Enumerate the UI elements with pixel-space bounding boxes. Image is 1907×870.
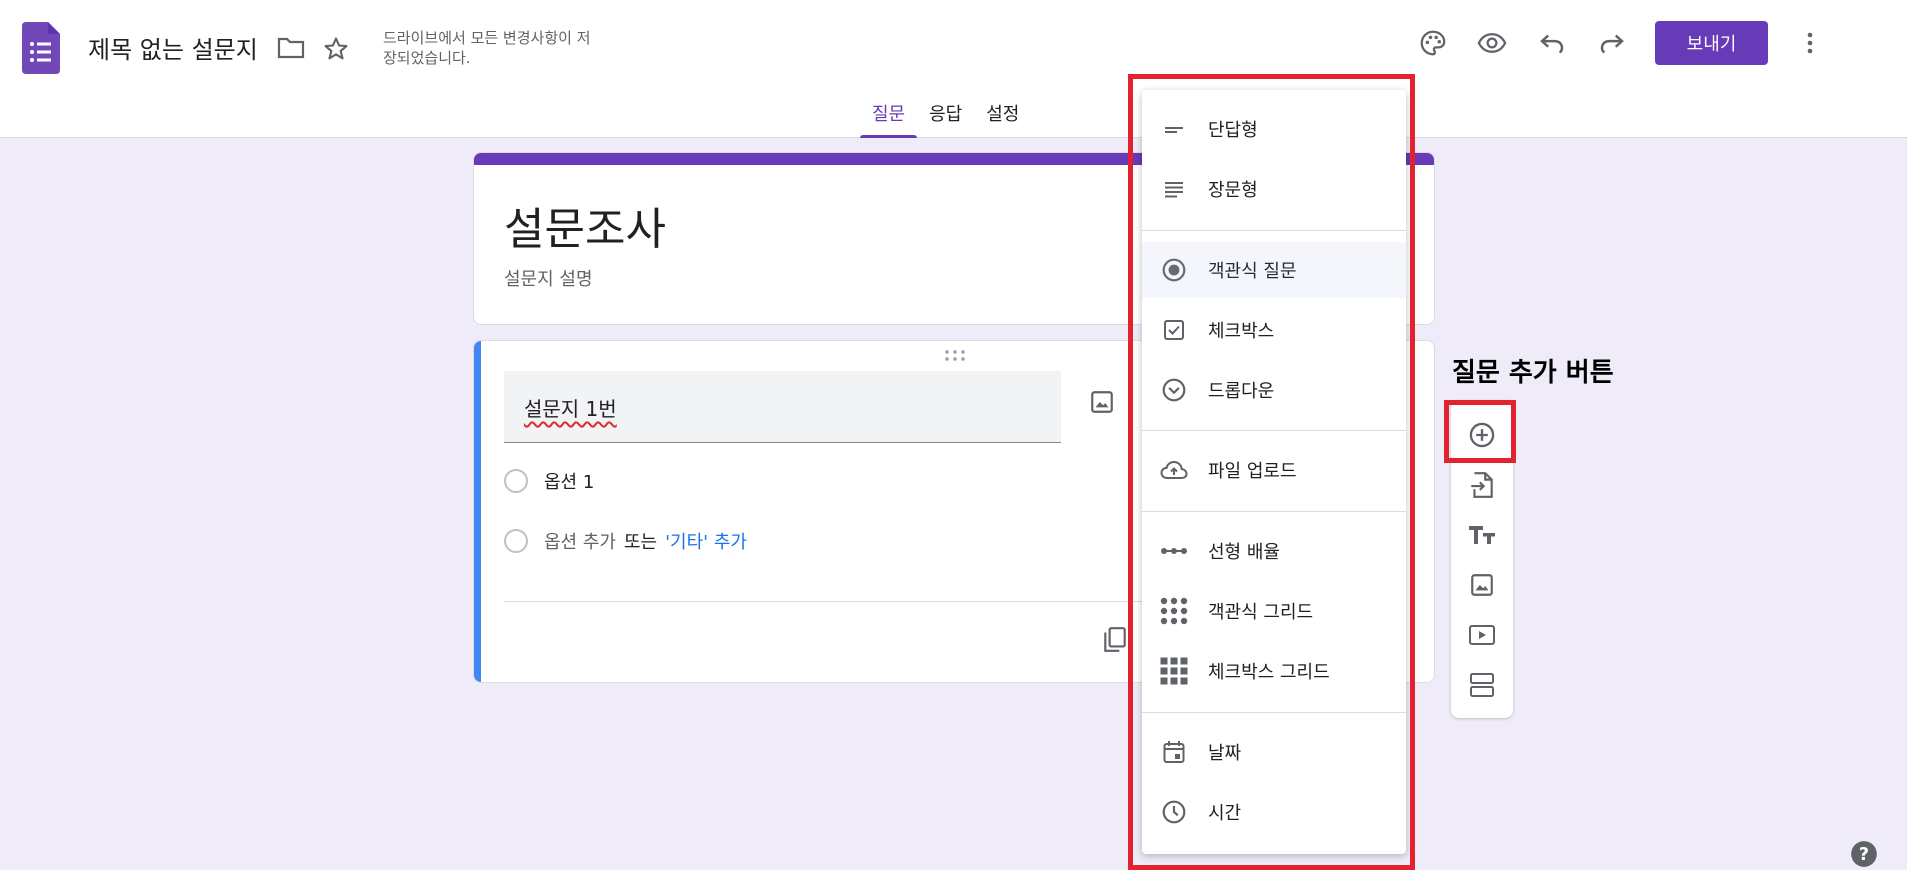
- add-title-button[interactable]: [1467, 520, 1497, 550]
- app-header: 제목 없는 설문지 드라이브에서 모든 변경사항이 저장되었습니다. 보내기 질…: [0, 0, 1907, 138]
- menu-highlight-box: [1128, 74, 1415, 870]
- send-button[interactable]: 보내기: [1655, 21, 1768, 65]
- import-questions-button[interactable]: [1467, 470, 1497, 500]
- question-title-input[interactable]: 설문지 1번: [504, 371, 1061, 443]
- add-other-link[interactable]: '기타' 추가: [665, 528, 747, 554]
- add-image-button[interactable]: [1467, 570, 1497, 600]
- drag-handle-icon[interactable]: [944, 349, 966, 363]
- section-icon: [1470, 673, 1494, 697]
- text-format-icon: [1469, 526, 1495, 544]
- radio-icon: [504, 529, 528, 553]
- or-text: 또는: [623, 532, 658, 553]
- import-icon: [1471, 472, 1493, 498]
- star-icon[interactable]: [322, 35, 350, 63]
- help-icon[interactable]: ?: [1850, 840, 1878, 868]
- tab-responses[interactable]: 응답: [917, 100, 974, 138]
- radio-icon: [504, 469, 528, 493]
- document-title[interactable]: 제목 없는 설문지: [88, 30, 258, 65]
- preview-icon[interactable]: [1477, 28, 1507, 58]
- tab-questions[interactable]: 질문: [860, 100, 918, 138]
- save-status: 드라이브에서 모든 변경사항이 저장되었습니다.: [383, 29, 591, 67]
- add-section-button[interactable]: [1467, 670, 1497, 700]
- option-label-1[interactable]: 옵션 1: [544, 468, 594, 494]
- form-description[interactable]: 설문지 설명: [504, 265, 593, 291]
- form-title[interactable]: 설문조사: [504, 193, 666, 257]
- forms-logo-icon[interactable]: [22, 22, 60, 74]
- add-question-annotation: 질문 추가 버튼: [1452, 358, 1614, 388]
- palette-icon[interactable]: [1418, 28, 1448, 58]
- image-icon: [1471, 574, 1493, 596]
- question-title-text: 설문지 1번: [524, 397, 617, 421]
- redo-icon[interactable]: [1597, 28, 1627, 58]
- svg-text:?: ?: [1859, 845, 1869, 865]
- undo-icon[interactable]: [1537, 28, 1567, 58]
- folder-icon[interactable]: [277, 36, 305, 60]
- add-button-highlight-box: [1444, 400, 1516, 463]
- add-option-row: 옵션 추가 또는 '기타' 추가: [504, 528, 747, 554]
- add-image-icon[interactable]: [1089, 389, 1115, 415]
- option-row-1: 옵션 1: [504, 468, 594, 494]
- more-vert-icon[interactable]: [1798, 28, 1822, 58]
- video-icon: [1469, 625, 1495, 645]
- duplicate-icon[interactable]: [1102, 626, 1128, 654]
- tab-bar: 질문 응답 설정: [860, 100, 1031, 138]
- tab-settings[interactable]: 설정: [974, 100, 1031, 138]
- add-video-button[interactable]: [1467, 620, 1497, 650]
- add-option-link[interactable]: 옵션 추가: [544, 528, 616, 554]
